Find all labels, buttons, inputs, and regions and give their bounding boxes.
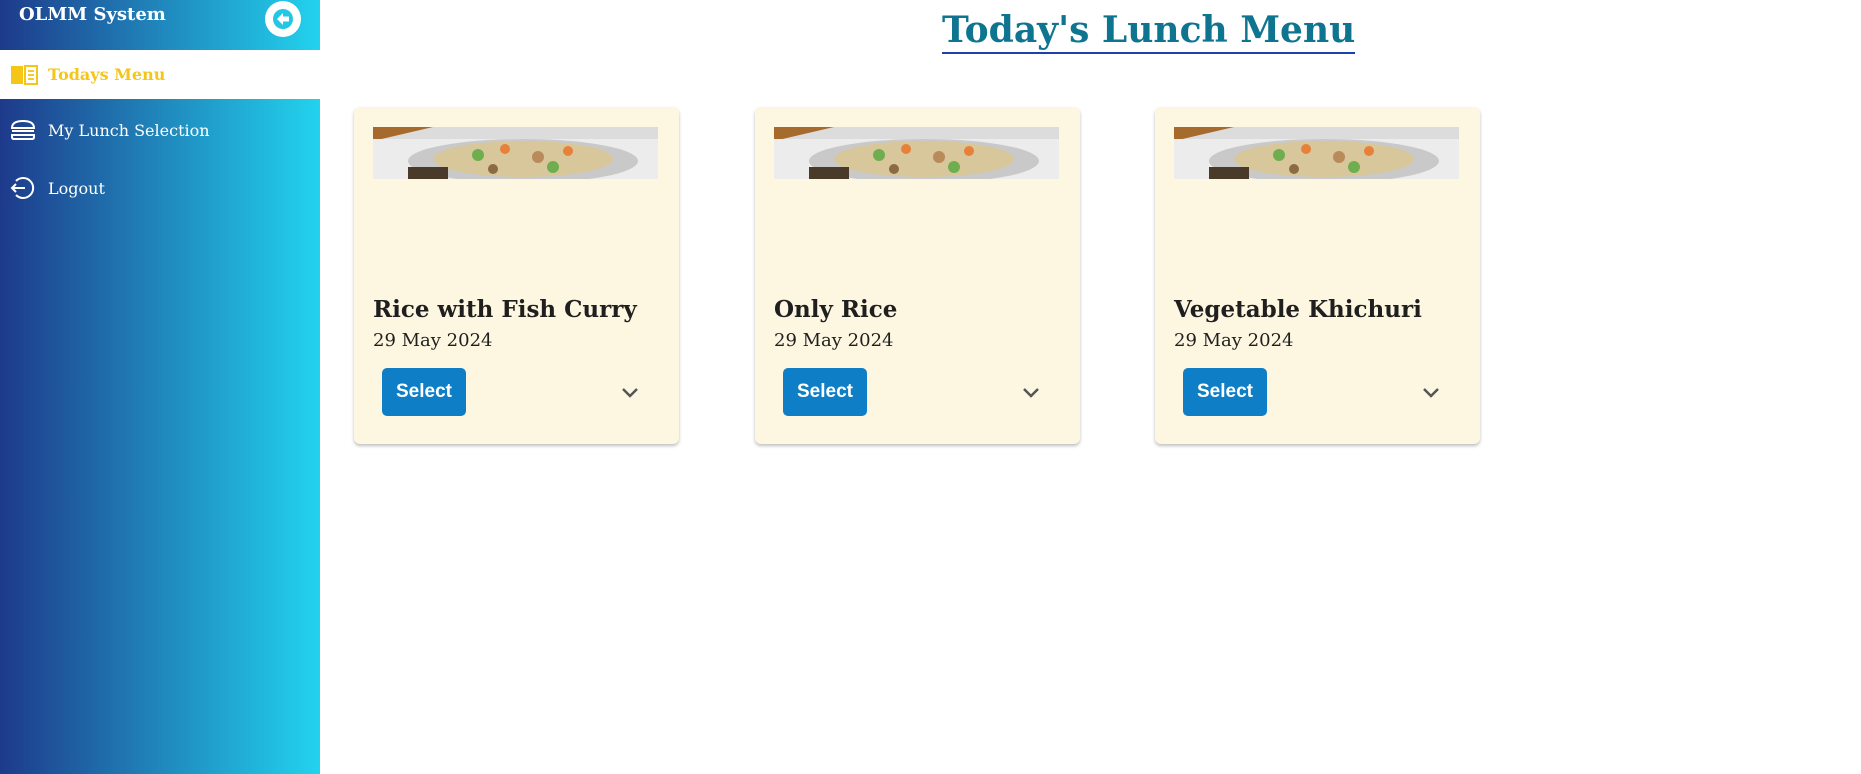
food-image — [774, 127, 1059, 179]
sidebar-item-todays-menu[interactable]: Todays Menu — [0, 54, 320, 94]
sidebar-header: OLMM System — [0, 0, 320, 50]
sidebar-item-label: Logout — [48, 178, 105, 198]
card-title: Vegetable Khichuri — [1174, 296, 1422, 323]
menu-card: Only Rice 29 May 2024 Select — [755, 107, 1080, 444]
collapse-sidebar-button[interactable] — [265, 1, 301, 37]
sidebar-item-my-lunch-selection[interactable]: My Lunch Selection — [0, 110, 320, 150]
select-button[interactable]: Select — [783, 368, 867, 416]
food-image — [373, 127, 658, 179]
sidebar: OLMM System Todays Menu My Lunch Selecti… — [0, 0, 320, 774]
app-title: OLMM System — [19, 4, 166, 25]
arrow-left-icon — [273, 9, 293, 29]
active-row-background: Todays Menu — [0, 50, 320, 99]
select-button[interactable]: Select — [382, 368, 466, 416]
logout-icon — [10, 176, 40, 200]
card-date: 29 May 2024 — [373, 330, 493, 351]
menu-card: Rice with Fish Curry 29 May 2024 Select — [354, 107, 679, 444]
menu-book-icon — [10, 62, 40, 86]
card-title: Only Rice — [774, 296, 898, 323]
sidebar-item-label: My Lunch Selection — [48, 120, 210, 140]
menu-card: Vegetable Khichuri 29 May 2024 Select — [1155, 107, 1480, 444]
card-date: 29 May 2024 — [1174, 330, 1294, 351]
sidebar-item-logout[interactable]: Logout — [0, 168, 320, 208]
chevron-down-icon[interactable] — [1421, 385, 1441, 401]
card-title: Rice with Fish Curry — [373, 296, 637, 323]
card-date: 29 May 2024 — [774, 330, 894, 351]
chevron-down-icon[interactable] — [620, 385, 640, 401]
food-image — [1174, 127, 1459, 179]
sidebar-item-label: Todays Menu — [48, 64, 166, 84]
sidebar-nav: My Lunch Selection Logout — [0, 99, 320, 774]
chevron-down-icon[interactable] — [1021, 385, 1041, 401]
burger-icon — [10, 118, 40, 142]
page-title: Today's Lunch Menu — [942, 8, 1356, 54]
select-button[interactable]: Select — [1183, 368, 1267, 416]
